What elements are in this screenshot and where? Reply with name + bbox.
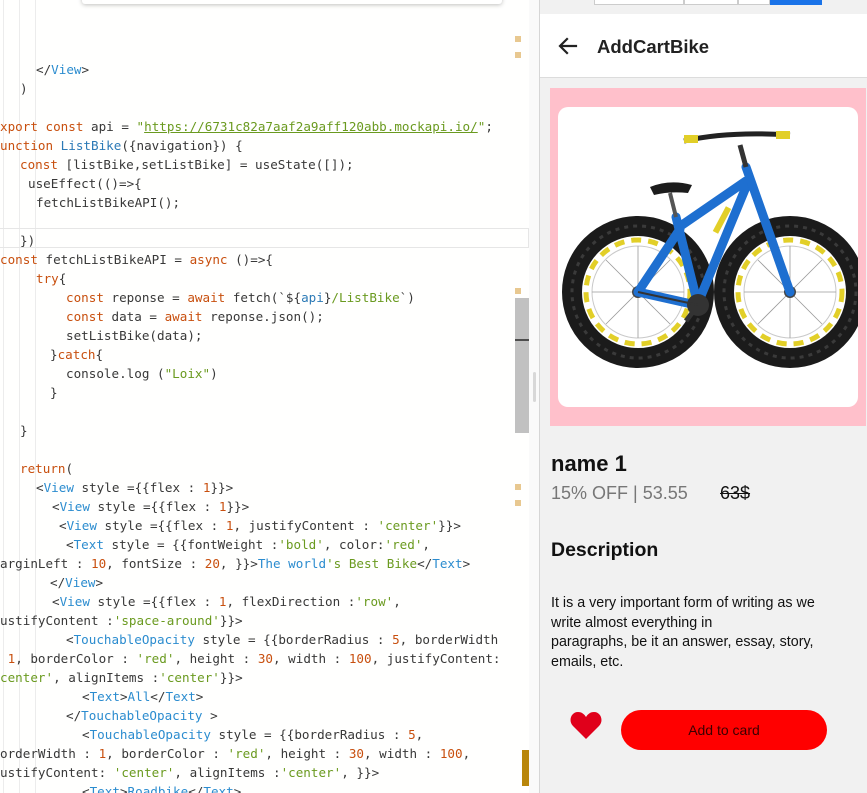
pane-resize-handle[interactable] (533, 372, 536, 402)
description-line: paragraphs, be it an answer, essay, stor… (551, 634, 814, 650)
add-to-cart-button[interactable]: Add to card (621, 710, 827, 750)
scrollbar-change-marker (522, 750, 529, 786)
product-price: 15% OFF | 53.55 (551, 483, 688, 503)
toolbar-button[interactable] (684, 0, 738, 5)
code-line[interactable]: </TouchableOpacity > (66, 706, 218, 725)
code-lines[interactable]: </View>) xport const api = "https://6731c… (0, 0, 530, 793)
code-line[interactable]: arginLeft : 10, fontSize : 20, }}>The wo… (0, 554, 470, 573)
code-line[interactable]: unction ListBike({navigation}) { (0, 136, 243, 155)
overview-marker (515, 36, 521, 42)
code-line[interactable]: setListBike(data); (66, 326, 202, 345)
code-line[interactable]: <TouchableOpacity style = {{borderRadius… (82, 725, 423, 744)
overview-marker (515, 484, 521, 490)
code-editor[interactable]: </View>) xport const api = "https://6731c… (0, 0, 539, 793)
description-line: write almost everything in (551, 614, 713, 631)
code-line[interactable]: xport const api = "https://6731c82a7aaf2… (0, 117, 493, 136)
code-line[interactable]: <View style ={{flex : 1, flexDirection :… (52, 592, 401, 611)
app-preview: AddCartBike name 1 15% OFF | 53.55 63$ D… (540, 0, 867, 793)
toolbar-primary-button[interactable] (770, 0, 822, 5)
code-line[interactable]: const reponse = await fetch(`${api}/List… (66, 288, 415, 307)
code-line[interactable]: <View style ={{flex : 1, justifyContent … (59, 516, 461, 535)
toolbar-button[interactable] (594, 0, 684, 5)
code-line[interactable]: </View> (36, 60, 89, 79)
code-line[interactable]: <Text style = {{fontWeight :'bold', colo… (66, 535, 430, 554)
scrollbar-cursor-marker (515, 339, 529, 341)
code-line[interactable]: <TouchableOpacity style = {{borderRadius… (66, 630, 498, 649)
code-line[interactable]: <View style ={{flex : 1}}> (52, 497, 249, 516)
toolbar-button[interactable] (738, 0, 770, 5)
product-image-container (550, 88, 866, 426)
code-line[interactable]: <Text>All</Text> (82, 687, 203, 706)
code-line[interactable]: const fetchListBikeAPI = async ()=>{ (0, 250, 273, 269)
code-line[interactable]: const data = await reponse.json(); (66, 307, 324, 326)
code-line[interactable]: </View> (50, 573, 103, 592)
code-line[interactable]: orderWidth : 1, borderColor : 'red', hei… (0, 744, 470, 763)
code-line[interactable]: }) (20, 231, 35, 250)
heart-icon[interactable] (570, 710, 602, 740)
product-image-card (558, 107, 858, 407)
page-title: AddCartBike (597, 36, 710, 57)
code-line[interactable]: useEffect(()=>{ (28, 174, 142, 193)
code-line[interactable]: } (20, 421, 28, 440)
code-line[interactable]: console.log ("Loix") (66, 364, 218, 383)
code-line[interactable]: center', alignItems :'center'}}> (0, 668, 243, 687)
overview-marker (515, 52, 521, 58)
scrollbar-thumb[interactable] (515, 298, 529, 433)
code-line[interactable]: ) (20, 79, 28, 98)
code-line[interactable]: <View style ={{flex : 1}}> (36, 478, 233, 497)
bike-image (562, 131, 858, 368)
code-line[interactable]: try{ (36, 269, 66, 288)
code-line[interactable]: fetchListBikeAPI(); (36, 193, 180, 212)
description-line: It is a very important form of writing a… (551, 595, 815, 611)
back-arrow-icon[interactable] (556, 34, 580, 58)
code-line[interactable]: ustifyContent: 'center', alignItems :'ce… (0, 763, 379, 782)
code-line[interactable]: ustifyContent :'space-around'}}> (0, 611, 243, 630)
description-line: emails, etc. (551, 653, 624, 670)
code-line[interactable]: <Text>Roadbike</Text> (82, 782, 241, 793)
code-line[interactable]: const [listBike,setListBike] = useState(… (20, 155, 354, 174)
app-header: AddCartBike (540, 14, 867, 78)
description-heading: Description (551, 539, 659, 561)
code-line[interactable]: 1, borderColor : 'red', height : 30, wid… (0, 649, 501, 668)
overview-marker (515, 500, 521, 506)
overview-marker (515, 288, 521, 294)
code-line[interactable]: return( (20, 459, 73, 478)
product-old-price: 63$ (720, 483, 751, 503)
product-name: name 1 (551, 451, 627, 476)
code-line[interactable]: } (50, 383, 58, 402)
description-text: It is a very important form of writing a… (551, 594, 851, 672)
code-line[interactable]: }catch{ (50, 345, 103, 364)
